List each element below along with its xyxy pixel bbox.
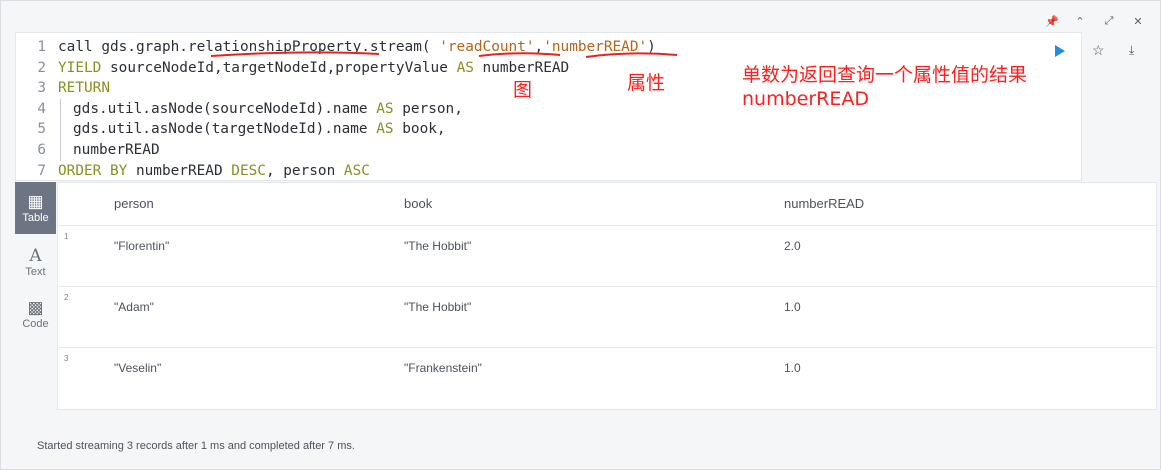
sidebar-item-label: Table (22, 212, 49, 224)
annotation-property: 属性 (627, 72, 666, 94)
code-token: ORDER BY (58, 162, 128, 179)
code-token: gds.util.asNode(sourceNodeId).name (73, 100, 377, 117)
cell-person: "Adam" (114, 300, 154, 314)
code-token: , person (265, 162, 344, 179)
code-token: AS (456, 59, 474, 76)
cell-book: "The Hobbit" (404, 300, 472, 314)
cell-book: "Frankenstein" (404, 361, 482, 375)
code-token: gds.util.asNode(targetNodeId).name (73, 121, 377, 138)
code-text: ORDER BY numberREAD DESC, person ASC (58, 161, 370, 182)
cell-book: "The Hobbit" (404, 239, 472, 253)
code-token: numberREAD (127, 162, 232, 179)
code-icon: ▩ (27, 298, 44, 317)
code-token: YIELD (58, 59, 102, 76)
code-token: AS (376, 100, 394, 117)
pin-icon[interactable]: 📌 (1045, 15, 1059, 28)
results-table: person book numberREAD 1 "Florentin" "Th… (57, 182, 1157, 410)
code-token: ) (647, 39, 656, 55)
cell-person: "Veselin" (114, 361, 162, 375)
code-token: , (534, 39, 544, 55)
row-number: 3 (64, 354, 69, 363)
code-line[interactable]: 2 YIELD sourceNodeId,targetNodeId,propert… (16, 58, 656, 79)
code-token: numberREAD (73, 141, 160, 158)
column-header-numberread[interactable]: numberREAD (784, 196, 864, 211)
line-number: 7 (37, 162, 46, 179)
download-icon[interactable]: ⤓ (1129, 43, 1134, 58)
cell-numberread: 2.0 (784, 239, 801, 253)
code-text: call gds.graph.relationshipProperty.stre… (58, 37, 656, 58)
column-header-person[interactable]: person (114, 196, 154, 211)
code-line[interactable]: 7 ORDER BY numberREAD DESC, person ASC (16, 161, 656, 182)
sidebar-item-text[interactable]: A Text (15, 236, 56, 288)
code-line[interactable]: 4 gds.util.asNode(sourceNodeId).name AS p… (16, 98, 656, 120)
table-row: 3 "Veselin" "Frankenstein" 1.0 (58, 347, 1156, 408)
line-number: 1 (37, 39, 46, 55)
line-number: 3 (37, 80, 46, 97)
code-token: person, (393, 100, 463, 117)
table-icon: ▦ (27, 192, 44, 211)
code-token: 'numberREAD' (543, 39, 648, 55)
expand-icon[interactable]: ⤢ (1103, 15, 1115, 28)
code-line[interactable]: 6 numberREAD (16, 139, 656, 161)
text-icon: A (29, 246, 42, 266)
code-line[interactable]: 1 call gds.graph.relationshipProperty.str… (16, 37, 656, 58)
close-icon[interactable]: ✕ (1132, 15, 1144, 28)
code-token: call gds.graph.relationshipProperty.stre… (58, 39, 440, 55)
cell-numberread: 1.0 (784, 300, 801, 314)
sidebar-item-label: Text (25, 266, 46, 278)
row-number: 1 (64, 232, 69, 241)
sidebar-item-table[interactable]: ▦ Table (15, 182, 56, 234)
star-icon[interactable]: ☆ (1092, 42, 1105, 59)
code-token: RETURN (58, 80, 110, 97)
chevron-up-icon[interactable]: ⌃ (1074, 15, 1086, 28)
code-token: ASC (343, 162, 370, 179)
code-token: numberREAD (473, 59, 570, 76)
query-result-frame: 📌 ⌃ ⤢ ✕ 1 call gds.graph.relationshipProp… (0, 0, 1161, 470)
play-icon[interactable] (1055, 45, 1065, 57)
column-header-book[interactable]: book (404, 196, 432, 211)
annotation-graph: 图 (513, 79, 533, 101)
code-text: gds.util.asNode(sourceNodeId).name AS pe… (60, 98, 463, 120)
annotation-note-line2: numberREAD (742, 88, 869, 110)
code-token: sourceNodeId,targetNodeId,propertyValue (101, 59, 457, 76)
sidebar-item-code[interactable]: ▩ Code (15, 288, 56, 340)
row-number: 2 (64, 293, 69, 302)
annotation-note: 单数为返回查询一个属性值的结果 numberREAD (742, 63, 1027, 111)
line-number: 2 (37, 59, 46, 76)
code-line[interactable]: 3 RETURN (16, 78, 656, 99)
code-token: 'readCount' (439, 39, 535, 55)
status-bar: Started streaming 3 records after 1 ms a… (37, 440, 355, 452)
code-lines[interactable]: 1 call gds.graph.relationshipProperty.str… (16, 37, 656, 181)
cell-numberread: 1.0 (784, 361, 801, 375)
code-line[interactable]: 5 gds.util.asNode(targetNodeId).name AS b… (16, 119, 656, 140)
cell-person: "Florentin" (114, 239, 170, 253)
table-row: 1 "Florentin" "The Hobbit" 2.0 (58, 225, 1156, 286)
line-number: 4 (37, 100, 46, 117)
code-text: RETURN (58, 78, 110, 99)
frame-toolbar: 📌 ⌃ ⤢ ✕ (1045, 15, 1144, 28)
table-row: 2 "Adam" "The Hobbit" 1.0 (58, 286, 1156, 347)
annotation-note-line1: 单数为返回查询一个属性值的结果 (742, 64, 1028, 86)
code-token: DESC (231, 162, 266, 179)
code-text: numberREAD (60, 139, 160, 161)
code-text: gds.util.asNode(targetNodeId).name AS bo… (60, 119, 446, 140)
result-view-sidebar: ▦ Table A Text ▩ Code (15, 182, 57, 412)
code-token: book, (393, 121, 446, 138)
code-text: YIELD sourceNodeId,targetNodeId,property… (58, 58, 569, 79)
code-token: AS (376, 121, 394, 138)
sidebar-item-label: Code (22, 318, 49, 330)
line-number: 6 (37, 141, 46, 158)
line-number: 5 (37, 121, 46, 138)
